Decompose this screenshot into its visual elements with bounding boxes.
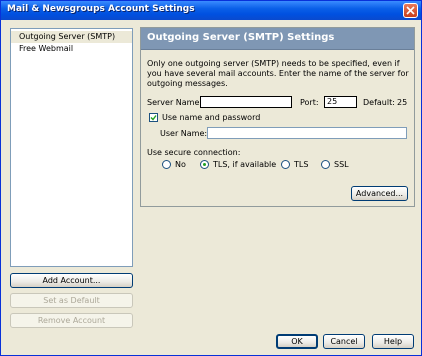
panel-title: Outgoing Server (SMTP) Settings <box>147 32 335 43</box>
remove-account-button[interactable]: Remove Account <box>10 313 133 328</box>
use-name-password-checkbox[interactable] <box>149 113 158 122</box>
checkmark-icon <box>150 115 157 121</box>
username-label: User Name: <box>160 129 208 138</box>
account-settings-dialog: Mail & Newsgroups Account Settings Outgo… <box>0 0 422 356</box>
radio-no-label: No <box>175 160 186 169</box>
port-input[interactable]: 25 <box>324 96 357 108</box>
add-account-button[interactable]: Add Account... <box>10 273 133 288</box>
account-item-outgoing-server[interactable]: Outgoing Server (SMTP) <box>11 31 132 43</box>
radio-tls[interactable] <box>281 160 290 169</box>
secure-connection-label: Use secure connection: <box>147 148 241 157</box>
cancel-button[interactable]: Cancel <box>323 334 365 349</box>
radio-tls-if-available-label: TLS, if available <box>213 160 277 169</box>
set-as-default-button[interactable]: Set as Default <box>10 293 133 308</box>
server-name-input[interactable] <box>200 96 292 108</box>
close-button[interactable] <box>403 3 418 18</box>
radio-ssl-label: SSL <box>334 160 349 169</box>
default-port-label: Default: <box>363 98 395 107</box>
panel-description: Only one outgoing server (SMTP) needs to… <box>147 59 409 88</box>
radio-ssl[interactable] <box>321 160 330 169</box>
close-icon <box>406 6 415 15</box>
help-button[interactable]: Help <box>372 334 414 349</box>
port-label: Port: <box>300 98 319 107</box>
use-name-password-label: Use name and password <box>162 113 261 122</box>
radio-selected-dot <box>203 163 206 166</box>
advanced-button[interactable]: Advanced... <box>351 186 408 201</box>
panel-header: Outgoing Server (SMTP) Settings <box>141 28 414 50</box>
ok-button[interactable]: OK <box>276 334 318 349</box>
account-item-free-webmail[interactable]: Free Webmail <box>11 43 132 55</box>
radio-tls-if-available[interactable] <box>200 160 209 169</box>
username-input[interactable] <box>207 127 407 139</box>
title-bar[interactable]: Mail & Newsgroups Account Settings <box>1 1 421 20</box>
smtp-settings-panel: Outgoing Server (SMTP) Settings Only one… <box>140 27 415 207</box>
server-name-label: Server Name: <box>147 98 203 107</box>
window-title: Mail & Newsgroups Account Settings <box>7 4 195 14</box>
radio-tls-label: TLS <box>294 160 309 169</box>
account-list[interactable]: Outgoing Server (SMTP) Free Webmail <box>10 28 133 267</box>
radio-no[interactable] <box>162 160 171 169</box>
default-port-value: 25 <box>397 98 408 107</box>
